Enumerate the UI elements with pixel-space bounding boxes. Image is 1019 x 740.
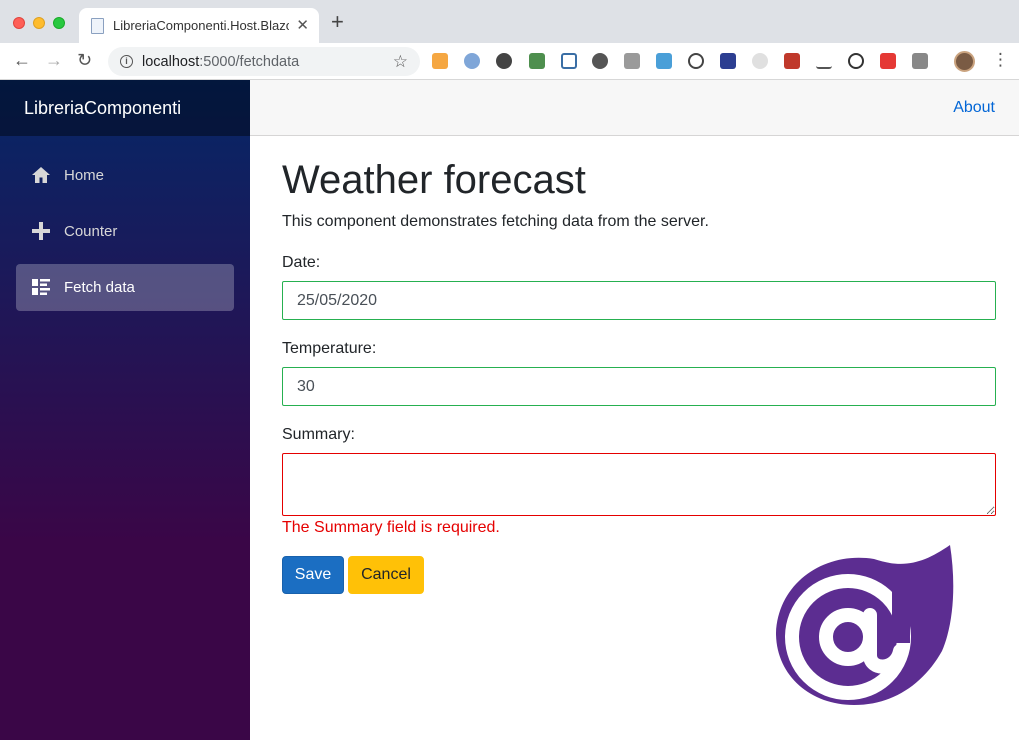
extension-icon[interactable] xyxy=(816,53,832,69)
sidebar-item-counter[interactable]: Counter xyxy=(16,208,234,255)
browser-tab[interactable]: LibreriaComponenti.Host.Blazo ✕ xyxy=(79,8,319,43)
page-favicon-icon xyxy=(91,18,104,34)
browser-tab-bar: LibreriaComponenti.Host.Blazo ✕ + xyxy=(0,0,1019,43)
tab-title: LibreriaComponenti.Host.Blazo xyxy=(113,18,289,33)
extension-icon[interactable] xyxy=(784,53,800,69)
top-row: About xyxy=(250,80,1019,136)
address-bar[interactable]: i localhost:5000/fetchdata ☆ xyxy=(108,47,420,76)
minimize-window-button[interactable] xyxy=(33,17,45,29)
extension-icon[interactable] xyxy=(624,53,640,69)
extension-icon[interactable] xyxy=(912,53,928,69)
extension-icon[interactable] xyxy=(592,53,608,69)
extension-icon[interactable] xyxy=(529,53,545,69)
list-icon xyxy=(32,279,50,295)
page-title: Weather forecast xyxy=(282,158,586,202)
extension-icon[interactable] xyxy=(432,53,448,69)
profile-avatar-icon[interactable] xyxy=(954,51,975,72)
extension-icon[interactable] xyxy=(656,53,672,69)
sidebar-item-label: Fetch data xyxy=(64,279,135,296)
temperature-input[interactable] xyxy=(282,367,996,406)
plus-icon xyxy=(32,222,50,240)
sidebar-item-home[interactable]: Home xyxy=(16,152,234,199)
blazor-logo-icon xyxy=(776,545,954,705)
home-icon xyxy=(32,167,50,183)
summary-textarea[interactable] xyxy=(282,453,996,516)
extension-icon[interactable] xyxy=(848,53,864,69)
summary-validation-message: The Summary field is required. xyxy=(282,519,500,536)
tab-close-icon[interactable]: ✕ xyxy=(296,16,309,34)
sidebar-item-fetch-data[interactable]: Fetch data xyxy=(16,264,234,311)
sidebar: LibreriaComponenti Home Counter Fetch da… xyxy=(0,80,250,740)
extension-icon[interactable] xyxy=(688,53,704,69)
sidebar-item-label: Counter xyxy=(64,223,118,240)
about-link[interactable]: About xyxy=(953,99,995,117)
new-tab-button[interactable]: + xyxy=(331,11,344,33)
save-button[interactable]: Save xyxy=(282,556,344,594)
site-info-icon[interactable]: i xyxy=(120,55,133,68)
url-host: localhost xyxy=(142,54,200,70)
close-window-button[interactable] xyxy=(13,17,25,29)
summary-label: Summary: xyxy=(282,426,355,443)
forward-arrow-icon[interactable]: → xyxy=(45,50,63,70)
reload-icon[interactable]: ↻ xyxy=(77,50,92,70)
url-text[interactable]: localhost:5000/fetchdata xyxy=(142,54,299,70)
extension-icon[interactable] xyxy=(464,53,480,69)
extension-icon[interactable] xyxy=(880,53,896,69)
temperature-label: Temperature: xyxy=(282,340,377,357)
app-brand[interactable]: LibreriaComponenti xyxy=(24,98,181,119)
sidebar-item-label: Home xyxy=(64,167,105,184)
extension-icon[interactable] xyxy=(752,53,768,69)
maximize-window-button[interactable] xyxy=(53,17,65,29)
browser-toolbar: ← → ↻ i localhost:5000/fetchdata ☆ ⋮ xyxy=(0,43,1019,80)
date-label: Date: xyxy=(282,254,321,271)
url-path: :5000/fetchdata xyxy=(199,54,300,70)
bookmark-star-icon[interactable]: ☆ xyxy=(393,52,408,72)
browser-menu-icon[interactable]: ⋮ xyxy=(992,50,1009,70)
cancel-button[interactable]: Cancel xyxy=(348,556,424,594)
date-input[interactable] xyxy=(282,281,996,320)
brand-bar: LibreriaComponenti xyxy=(0,80,250,136)
page-description: This component demonstrates fetching dat… xyxy=(282,213,709,230)
back-arrow-icon[interactable]: ← xyxy=(13,50,31,70)
extension-icon[interactable] xyxy=(561,53,577,69)
extension-icon[interactable] xyxy=(496,53,512,69)
extension-icon[interactable] xyxy=(720,53,736,69)
